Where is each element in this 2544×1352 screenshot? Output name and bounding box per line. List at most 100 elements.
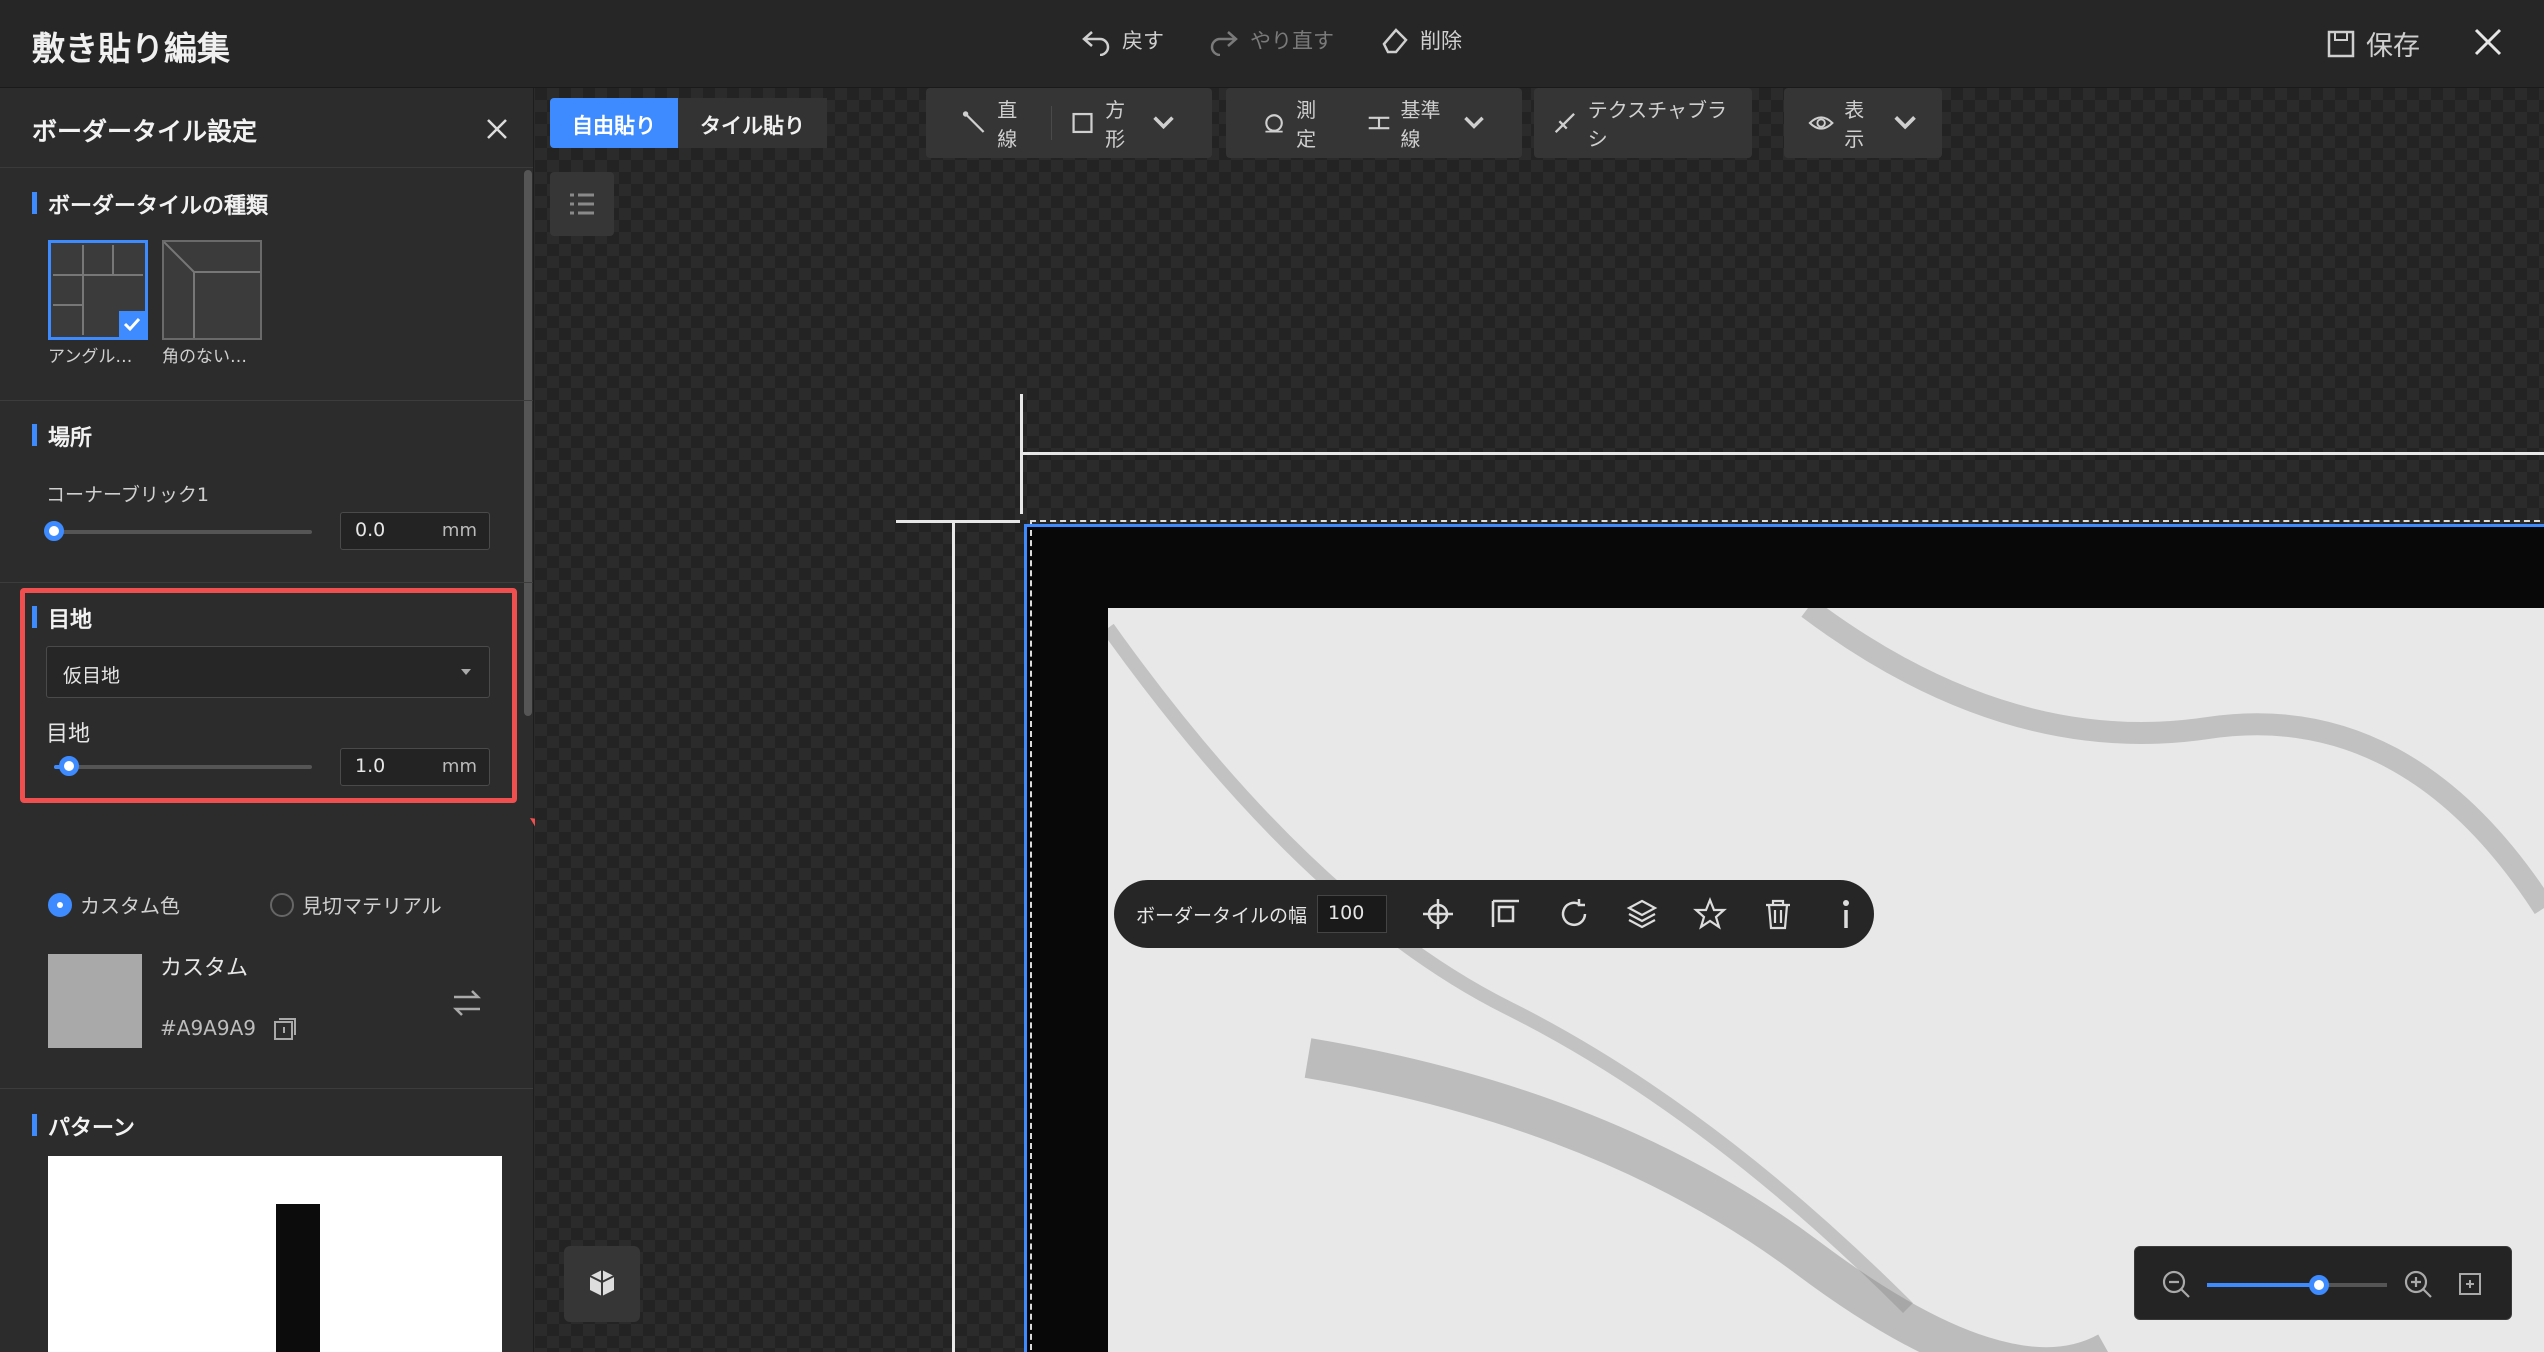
line-tool-label: 直線 [997,98,1018,151]
divider [0,400,533,401]
layers-icon[interactable] [1625,897,1659,931]
location-heading: 場所 [32,420,92,452]
joint-heading: 目地 [32,602,92,634]
zoom-slider-handle[interactable] [2308,1275,2329,1295]
line-tool-button[interactable]: 直線 [944,88,1051,158]
chevron-down-icon [1894,116,1916,130]
dimension-guide [896,520,1020,523]
rect-tool-label: 方形 [1105,98,1126,151]
joint-width-label: 目地 [46,722,91,747]
trash-icon[interactable] [1761,897,1795,931]
pattern-strip [276,1204,320,1352]
eraser-icon [1382,28,1408,54]
joint-width-slider[interactable] [54,756,312,776]
3d-view-button[interactable] [564,1246,640,1322]
delete-button[interactable]: 削除 [1378,24,1462,56]
swap-icon[interactable] [450,988,484,1018]
draw-tools: 直線 方形 [926,88,1212,158]
save-label: 保存 [2366,31,2420,62]
baseline-tool-label: 基準線 [1400,98,1441,151]
measure-tools: 測定 基準線 [1226,88,1522,158]
divider [0,1088,533,1089]
chevron-down-icon [1464,116,1484,129]
corner-brick-slider[interactable] [44,521,312,541]
tile-type-heading: ボーダータイルの種類 [32,188,268,220]
unit-label: mm [441,520,477,541]
measure-tool-label: 測定 [1296,98,1317,151]
copy-icon[interactable] [272,1016,298,1042]
dimension-guide [1020,452,2544,455]
slider-handle[interactable] [59,756,80,776]
star-icon[interactable] [1693,897,1727,931]
border-width-label: ボーダータイルの幅 [1136,904,1308,927]
view-menu-button[interactable]: 表示 [1790,88,1936,158]
undo-button[interactable]: 戻す [1080,24,1164,56]
zoom-out-icon[interactable] [2161,1269,2191,1299]
radio-label: カスタム色 [80,894,180,918]
zoom-slider[interactable] [2207,1275,2387,1295]
placement-mode-tabs: 自由貼り タイル貼り [550,98,827,148]
trim-material-radio[interactable]: 見切マテリアル [270,890,442,919]
custom-color-name: カスタム [160,956,249,981]
redo-label: やり直す [1250,29,1334,53]
slider-handle[interactable] [44,521,64,541]
tile-type-option-angle[interactable]: アングル… [48,240,148,367]
view-label: 表示 [1844,98,1865,151]
corner-brick-input[interactable]: 0.0 mm [340,512,490,550]
color-swatch[interactable] [48,954,142,1048]
joint-width-value: 1.0 [355,755,386,777]
texture-brush-button[interactable]: テクスチャブラシ [1534,88,1752,158]
tile-type-option-cornerless[interactable]: 角のない… [162,240,262,367]
tile-caption: アングル… [48,347,133,367]
line-icon [962,111,985,133]
baseline-tool-button[interactable]: 基準線 [1349,88,1504,158]
cornerless-tile-icon [163,241,260,338]
zoom-in-icon[interactable] [2403,1269,2433,1299]
tab-free-placement[interactable]: 自由貼り [550,98,678,148]
joint-type-value: 仮目地 [63,665,121,687]
tile-context-toolbar: ボーダータイルの幅 100 [1114,880,1874,948]
dropdown-arrow-icon [461,669,471,675]
panel-title: ボーダータイル設定 [32,117,258,146]
divider [0,582,533,583]
corner-brick-label: コーナーブリック1 [46,484,209,506]
redo-button[interactable]: やり直す [1208,24,1334,56]
close-window-icon[interactable] [2470,24,2506,60]
top-bar: 敷き貼り編集 戻す やり直す 削除 保存 [0,0,2544,88]
rotate-icon[interactable] [1557,897,1591,931]
crosshair-icon[interactable] [1421,897,1455,931]
zoom-control [2134,1246,2512,1320]
fit-screen-icon[interactable] [2457,1271,2483,1297]
measure-icon [1265,114,1283,133]
panel-scrollbar[interactable] [524,170,532,716]
redo-icon [1210,31,1238,56]
selected-check-icon [119,311,145,337]
tab-tile-placement[interactable]: タイル貼り [678,98,827,148]
app-title: 敷き貼り編集 [32,29,230,68]
history-actions: 戻す やり直す 削除 [1080,24,1462,56]
border-tile-settings-panel: ボーダータイル設定 ボーダータイルの種類 アングル… 角のない… 場所 コーナー… [0,88,534,1352]
tile-caption: 角のない… [162,347,247,367]
align-icon[interactable] [1489,897,1523,931]
close-panel-icon[interactable] [482,114,512,144]
joint-type-select[interactable]: 仮目地 [46,646,490,698]
list-icon [570,193,594,215]
rect-tool-button[interactable]: 方形 [1052,88,1194,158]
joint-width-input[interactable]: 1.0 mm [340,748,490,786]
info-icon[interactable] [1829,897,1863,931]
rect-icon [1072,112,1093,134]
cube-icon [589,1270,615,1296]
radio-dot [270,892,294,917]
pattern-heading: パターン [32,1110,135,1142]
measure-tool-button[interactable]: 測定 [1244,88,1349,158]
save-button[interactable]: 保存 [2326,24,2420,63]
panel-header: ボーダータイル設定 [0,88,533,168]
undo-icon [1082,31,1110,56]
zoom-slider-fill [2207,1283,2319,1287]
dimension-guide [952,520,955,1352]
border-width-input[interactable]: 100 [1317,895,1388,933]
custom-color-radio[interactable]: カスタム色 [48,890,180,919]
layer-list-button[interactable] [550,172,614,236]
radio-dot [48,892,72,917]
chevron-down-icon [1153,116,1174,130]
